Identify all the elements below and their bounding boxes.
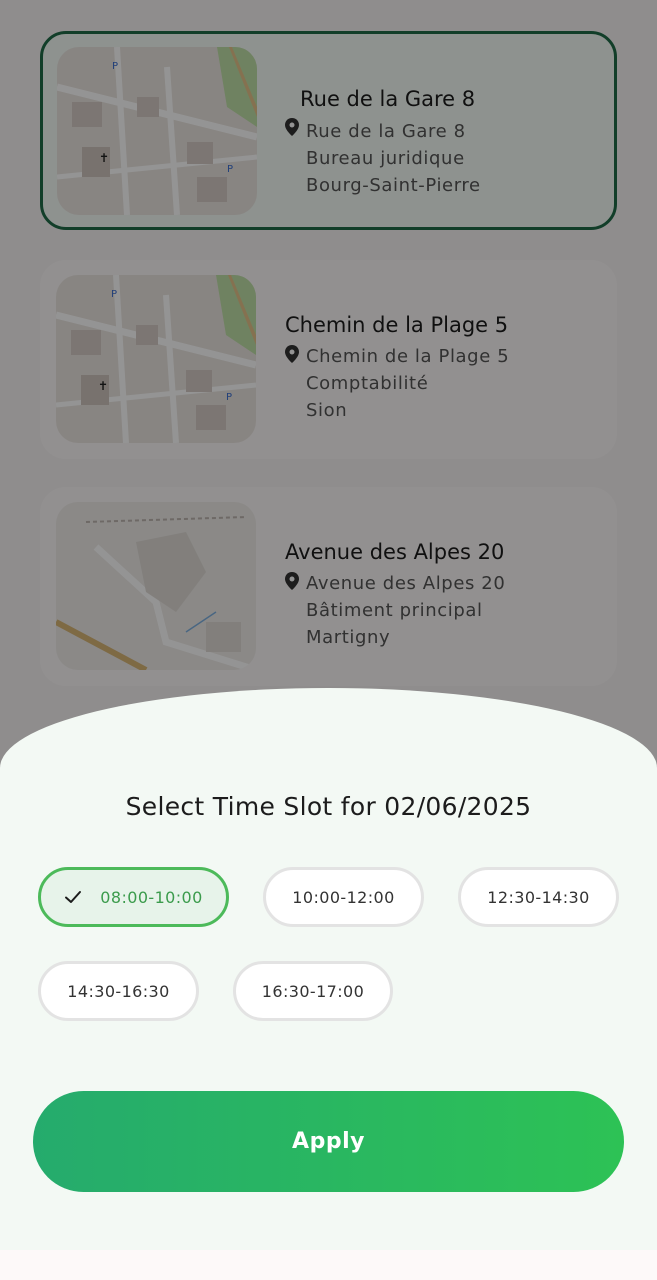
apply-button[interactable]: Apply xyxy=(33,1091,624,1192)
bottom-safe-area xyxy=(0,1250,657,1280)
sheet-title: Select Time Slot for 02/06/2025 xyxy=(125,792,532,821)
time-slot-bottom-sheet: Select Time Slot for 02/06/2025 08:00-10… xyxy=(0,688,657,1250)
time-slot-chip[interactable]: 10:00-12:00 xyxy=(263,867,424,927)
time-slot-label: 10:00-12:00 xyxy=(292,887,395,907)
time-slot-label: 12:30-14:30 xyxy=(487,887,590,907)
time-slot-label: 16:30-17:00 xyxy=(261,981,365,1001)
time-slot-label: 08:00-10:00 xyxy=(100,887,203,907)
time-slot-chip-selected[interactable]: 08:00-10:00 xyxy=(38,867,229,927)
time-slot-chip[interactable]: 16:30-17:00 xyxy=(233,961,393,1021)
time-slot-chip[interactable]: 14:30-16:30 xyxy=(38,961,199,1021)
time-slot-label: 14:30-16:30 xyxy=(67,981,170,1001)
time-slot-chip[interactable]: 12:30-14:30 xyxy=(458,867,619,927)
check-icon xyxy=(65,891,82,903)
